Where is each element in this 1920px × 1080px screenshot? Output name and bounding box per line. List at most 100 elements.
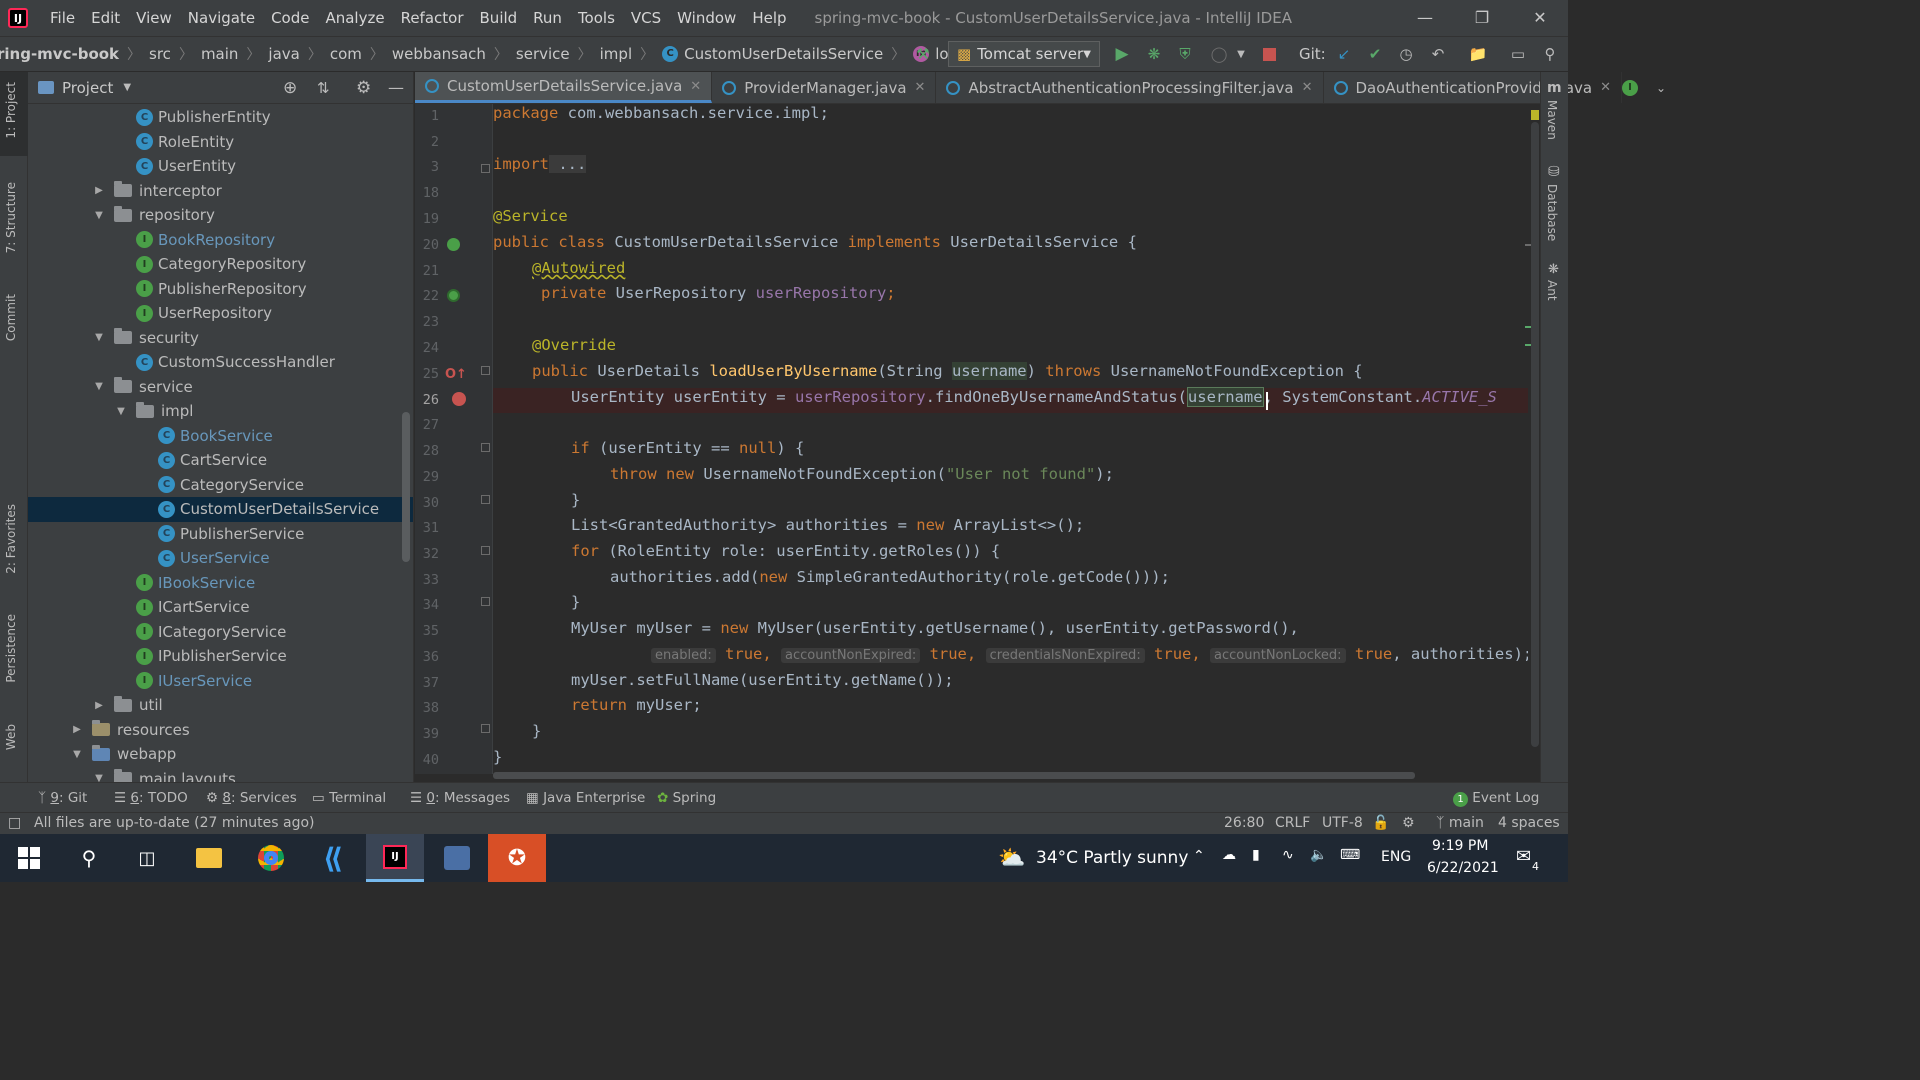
- line-number[interactable]: 2: [415, 134, 439, 150]
- inspector-icon[interactable]: ⚙: [1402, 815, 1415, 831]
- file-explorer-icon[interactable]: [180, 834, 238, 882]
- locate-target-icon[interactable]: ⊕: [283, 78, 297, 98]
- search-icon[interactable]: ⚲: [1539, 43, 1561, 65]
- line-number[interactable]: 18: [415, 185, 439, 201]
- database-icon[interactable]: ⛁: [1548, 164, 1560, 180]
- todo-tool-button[interactable]: ☰ 6: TODO: [114, 790, 188, 806]
- wifi-icon[interactable]: ∿: [1282, 847, 1294, 863]
- task-view-icon[interactable]: ◫: [118, 834, 176, 882]
- java-enterprise-tool-button[interactable]: ▦ Java Enterprise: [526, 790, 645, 806]
- status-window-icon[interactable]: □: [8, 815, 21, 831]
- editor-vertical-scrollbar[interactable]: [1525, 104, 1540, 774]
- project-structure-icon[interactable]: 📁: [1467, 43, 1489, 65]
- coverage-shield-icon[interactable]: ⛨: [1174, 43, 1196, 65]
- line-number[interactable]: 35: [415, 623, 439, 639]
- interface-icon[interactable]: I: [1622, 79, 1639, 96]
- terminal-window-icon[interactable]: ▭: [1507, 43, 1529, 65]
- line-number[interactable]: 23: [415, 314, 439, 330]
- tree-item[interactable]: C CustomSuccessHandler: [28, 350, 413, 375]
- editor-horizontal-scrollbar[interactable]: [493, 772, 1415, 779]
- battery-icon[interactable]: ▮: [1252, 847, 1260, 863]
- line-number[interactable]: 32: [415, 546, 439, 562]
- spring-tool-button[interactable]: ✿ Spring: [657, 790, 716, 806]
- fold-marker-icon[interactable]: [481, 546, 490, 555]
- minimize-button[interactable]: —: [1405, 4, 1445, 32]
- chevron-up-icon[interactable]: ⌃: [1193, 848, 1205, 864]
- line-number[interactable]: 3: [415, 159, 439, 175]
- stop-icon[interactable]: [1258, 43, 1280, 65]
- line-number[interactable]: 26: [415, 392, 439, 408]
- menu-run[interactable]: Run: [525, 9, 570, 27]
- persistence-tool-tab[interactable]: Persistence: [4, 614, 18, 683]
- tree-item[interactable]: I ICartService: [28, 595, 413, 620]
- intellij-logo-icon[interactable]: IJ: [8, 8, 28, 28]
- fold-marker-icon[interactable]: [481, 597, 490, 606]
- line-number[interactable]: 24: [415, 340, 439, 356]
- breadcrumb-java[interactable]: java: [268, 45, 299, 63]
- tree-item[interactable]: ▼ webapp: [28, 742, 413, 767]
- breadcrumb-com[interactable]: com: [330, 45, 362, 63]
- chevron-right-icon[interactable]: ▶: [92, 185, 106, 196]
- breakpoint-icon[interactable]: [452, 392, 466, 406]
- breadcrumb-project[interactable]: ring-mvc-book: [0, 45, 119, 63]
- snipping-tool-icon[interactable]: [428, 834, 486, 882]
- gear-icon[interactable]: ⚙: [356, 78, 371, 98]
- lock-icon[interactable]: 🔓: [1372, 815, 1389, 831]
- tree-item[interactable]: C CustomUserDetailsService: [28, 497, 413, 522]
- scroll-thumb[interactable]: [1531, 122, 1539, 747]
- menu-navigate[interactable]: Navigate: [180, 9, 263, 27]
- tree-item[interactable]: I PublisherRepository: [28, 277, 413, 302]
- line-number[interactable]: 27: [415, 417, 439, 433]
- tree-item[interactable]: C PublisherEntity: [28, 105, 413, 130]
- weather-icon[interactable]: ⛅: [998, 846, 1025, 871]
- maven-icon[interactable]: m: [1547, 80, 1562, 96]
- menu-file[interactable]: File: [42, 9, 83, 27]
- menu-analyze[interactable]: Analyze: [317, 9, 392, 27]
- chevron-right-icon[interactable]: ▶: [92, 700, 106, 711]
- project-view-title[interactable]: Project: [62, 79, 113, 97]
- project-tree-scrollbar[interactable]: [402, 412, 410, 562]
- structure-tool-tab[interactable]: 7: Structure: [4, 182, 18, 253]
- chrome-icon[interactable]: [242, 834, 300, 882]
- line-number[interactable]: 28: [415, 443, 439, 459]
- terminal-tool-button[interactable]: ▭ Terminal: [312, 790, 386, 806]
- debug-bug-icon[interactable]: ❋: [1143, 43, 1165, 65]
- line-number[interactable]: 22: [415, 288, 439, 304]
- tree-item[interactable]: C CategoryService: [28, 473, 413, 498]
- line-number[interactable]: 38: [415, 700, 439, 716]
- tree-item[interactable]: ▶ resources: [28, 718, 413, 743]
- chevron-down-icon[interactable]: ▼: [70, 749, 84, 760]
- run-configuration-select[interactable]: ▩ Tomcat server ▼: [948, 41, 1100, 67]
- chevron-down-icon[interactable]: ⌄: [1656, 81, 1666, 95]
- warning-marker[interactable]: [1531, 110, 1539, 120]
- line-number[interactable]: 40: [415, 752, 439, 768]
- menu-view[interactable]: View: [128, 9, 180, 27]
- tree-item[interactable]: ▶ util: [28, 693, 413, 718]
- clock-date[interactable]: 6/22/2021: [1427, 860, 1499, 876]
- close-window-button[interactable]: ✕: [1520, 4, 1560, 32]
- git-branch-widget[interactable]: ᛉ main: [1436, 815, 1484, 831]
- tree-item[interactable]: I UserRepository: [28, 301, 413, 326]
- garena-icon[interactable]: ✪: [488, 834, 546, 882]
- chevron-right-icon[interactable]: ▶: [70, 724, 84, 735]
- line-number[interactable]: 37: [415, 675, 439, 691]
- close-icon[interactable]: ✕: [690, 79, 701, 94]
- git-update-arrow-icon[interactable]: ↙: [1333, 43, 1355, 65]
- tree-item[interactable]: C UserEntity: [28, 154, 413, 179]
- tree-item[interactable]: C UserService: [28, 546, 413, 571]
- fold-marker-icon[interactable]: [481, 495, 490, 504]
- git-commit-check-icon[interactable]: ✔: [1364, 43, 1386, 65]
- line-number[interactable]: 39: [415, 726, 439, 742]
- ant-icon[interactable]: ❋: [1548, 262, 1559, 277]
- event-log-button[interactable]: 1 Event Log: [1453, 790, 1539, 807]
- notification-icon[interactable]: ✉: [1516, 846, 1531, 867]
- tree-item[interactable]: ▼ service: [28, 375, 413, 400]
- ant-tool-tab[interactable]: Ant: [1545, 280, 1559, 301]
- tree-item[interactable]: ▶ interceptor: [28, 179, 413, 204]
- web-tool-tab[interactable]: Web: [4, 724, 18, 750]
- menu-edit[interactable]: Edit: [83, 9, 128, 27]
- hide-panel-icon[interactable]: —: [388, 78, 404, 97]
- breadcrumb-service[interactable]: service: [516, 45, 570, 63]
- windows-start-icon[interactable]: [0, 834, 58, 882]
- favorites-tool-tab[interactable]: 2: Favorites: [4, 504, 18, 574]
